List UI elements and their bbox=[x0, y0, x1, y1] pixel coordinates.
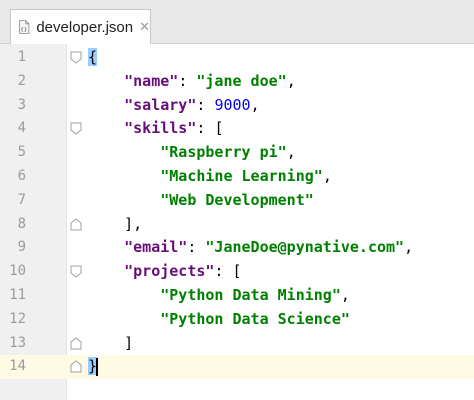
code-text: { bbox=[88, 46, 98, 70]
line-number: 5 bbox=[17, 144, 26, 161]
code-text: "Machine Learning", bbox=[88, 165, 332, 189]
line-number: 4 bbox=[17, 120, 26, 137]
json-punctuation: ], bbox=[124, 214, 143, 233]
code-line[interactable]: 6 "Machine Learning", bbox=[0, 165, 474, 189]
json-punctuation: , bbox=[286, 143, 296, 162]
fold-open-icon[interactable] bbox=[70, 122, 82, 136]
json-value: "JaneDoe@pynative.com" bbox=[205, 238, 405, 257]
tab-developer-json[interactable]: {} developer.json ✕ bbox=[10, 9, 151, 44]
json-punctuation: [ bbox=[232, 262, 242, 281]
code-line[interactable]: 10 "projects": [ bbox=[0, 260, 474, 284]
code-text: "email": "JaneDoe@pynative.com", bbox=[88, 236, 413, 260]
code-text: "name": "jane doe", bbox=[88, 70, 296, 94]
code-line[interactable]: 4 "skills": [ bbox=[0, 117, 474, 141]
json-colon: : bbox=[178, 71, 197, 90]
close-icon[interactable]: ✕ bbox=[139, 20, 150, 35]
line-number: 10 bbox=[9, 263, 26, 280]
line-number: 3 bbox=[17, 96, 26, 113]
json-key: "email" bbox=[124, 238, 188, 257]
code-text: "projects": [ bbox=[88, 260, 242, 284]
json-key: "skills" bbox=[124, 119, 197, 138]
tab-title: developer.json bbox=[36, 18, 134, 36]
code-text: "Python Data Science" bbox=[88, 308, 350, 332]
json-value: "Python Data Science" bbox=[160, 309, 350, 328]
line-number: 8 bbox=[17, 215, 26, 232]
json-file-icon: {} bbox=[18, 20, 30, 34]
code-text: "Raspberry pi", bbox=[88, 141, 296, 165]
code-line[interactable]: 2 "name": "jane doe", bbox=[0, 70, 474, 94]
json-punctuation: , bbox=[250, 95, 260, 114]
line-number: 7 bbox=[17, 191, 26, 208]
json-punctuation: , bbox=[322, 167, 332, 185]
text-cursor bbox=[96, 358, 98, 377]
json-colon: : bbox=[214, 262, 233, 281]
line-number: 11 bbox=[9, 287, 26, 303]
code-text: "Python Data Mining", bbox=[88, 284, 350, 308]
code-line[interactable]: 7 "Web Development" bbox=[0, 189, 474, 213]
json-value: "jane doe" bbox=[196, 71, 287, 90]
code-text: "Web Development" bbox=[88, 189, 314, 213]
line-number: 13 bbox=[9, 334, 26, 351]
json-value: "Python Data Mining" bbox=[160, 286, 341, 304]
json-punctuation: , bbox=[340, 286, 350, 304]
json-punctuation: ] bbox=[124, 333, 134, 352]
json-punctuation: , bbox=[286, 71, 296, 90]
code-text: ], bbox=[88, 213, 142, 237]
fold-open-icon[interactable] bbox=[70, 265, 82, 278]
fold-close-icon[interactable] bbox=[70, 360, 82, 373]
code-line[interactable]: 14} bbox=[0, 355, 474, 380]
code-line[interactable]: 5 "Raspberry pi", bbox=[0, 141, 474, 165]
fold-close-icon[interactable] bbox=[70, 217, 82, 231]
json-key: "salary" bbox=[124, 95, 197, 114]
json-punctuation: , bbox=[404, 238, 414, 257]
json-value: "Web Development" bbox=[160, 190, 314, 209]
code-text: "salary": 9000, bbox=[88, 94, 260, 118]
code-text: "skills": [ bbox=[88, 117, 223, 141]
line-number: 1 bbox=[17, 49, 26, 65]
json-colon: : bbox=[187, 238, 206, 257]
code-line[interactable]: 8 ], bbox=[0, 213, 474, 237]
code-line[interactable]: 13 ] bbox=[0, 332, 474, 356]
code-editor[interactable]: 1{2 "name": "jane doe", 3 "salary": 9000,… bbox=[0, 44, 474, 400]
code-text: ] bbox=[88, 332, 133, 356]
json-value: "Raspberry pi" bbox=[160, 143, 287, 162]
code-line[interactable]: 12 "Python Data Science" bbox=[0, 308, 474, 332]
code-line[interactable]: 3 "salary": 9000, bbox=[0, 94, 474, 118]
code-line[interactable]: 1{ bbox=[0, 46, 474, 70]
json-punctuation: [ bbox=[214, 119, 224, 138]
line-number: 9 bbox=[17, 239, 26, 256]
json-key: "projects" bbox=[124, 262, 215, 281]
fold-open-icon[interactable] bbox=[70, 51, 82, 64]
editor-tab-bar: {} developer.json ✕ bbox=[0, 0, 474, 44]
fold-close-icon[interactable] bbox=[70, 336, 82, 350]
svg-text:{}: {} bbox=[20, 27, 27, 33]
line-number: 12 bbox=[9, 310, 26, 327]
json-key: "name" bbox=[124, 71, 179, 90]
line-number: 6 bbox=[17, 168, 26, 184]
code-line[interactable]: 11 "Python Data Mining", bbox=[0, 284, 474, 308]
code-line[interactable]: 9 "email": "JaneDoe@pynative.com", bbox=[0, 236, 474, 260]
json-value: 9000 bbox=[214, 95, 251, 114]
line-number: 2 bbox=[17, 72, 26, 89]
json-colon: : bbox=[196, 119, 215, 138]
line-number: 14 bbox=[9, 358, 26, 375]
json-value: "Machine Learning" bbox=[160, 167, 323, 185]
json-colon: : bbox=[196, 95, 215, 114]
brace-highlight: { bbox=[88, 48, 98, 66]
